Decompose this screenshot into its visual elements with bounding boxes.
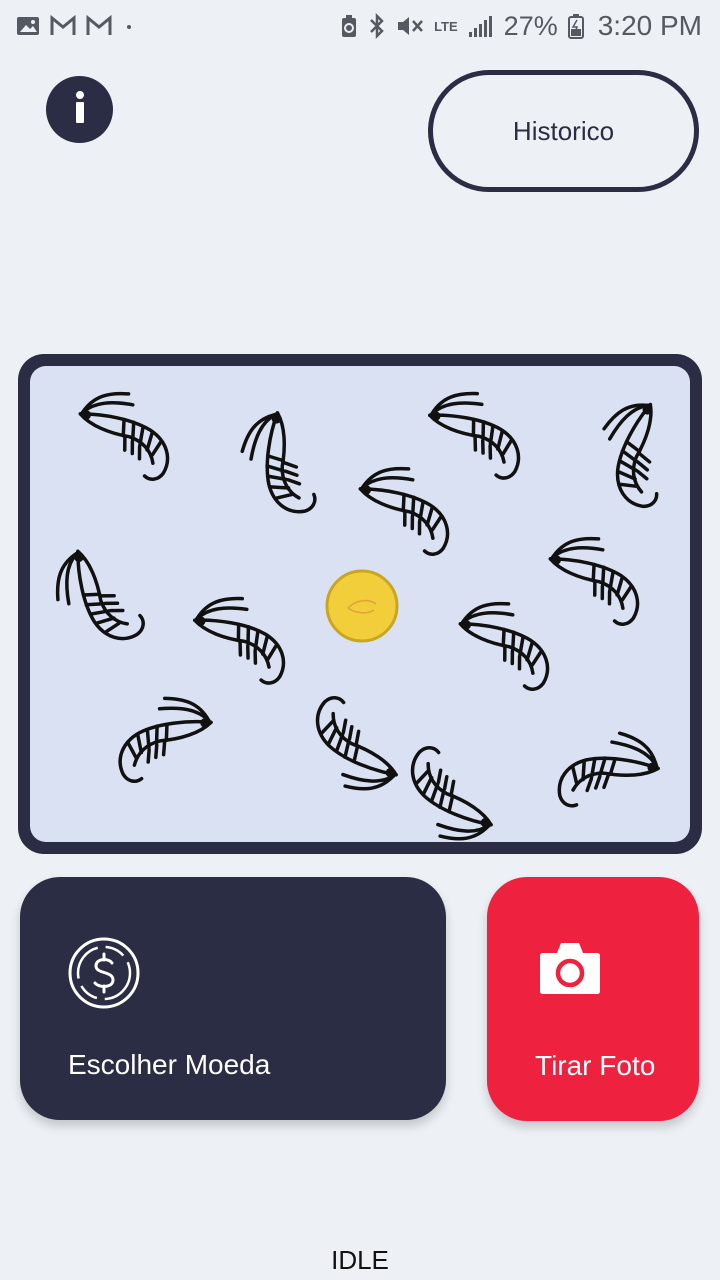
shrimp-10 [113, 692, 218, 785]
dot-icon [122, 15, 136, 37]
status-bar-left [16, 15, 136, 37]
signal-icon [468, 14, 494, 38]
preview-frame [18, 354, 702, 854]
history-button-label: Historico [512, 115, 615, 146]
lte-icon: LTE [434, 18, 458, 34]
shrimp-pattern-image [48, 384, 690, 842]
app-state-label: IDLE [331, 1245, 389, 1275]
mute-icon [396, 14, 424, 38]
gmail-icon [50, 15, 76, 37]
image-icon [16, 15, 40, 37]
shrimp-12 [391, 742, 511, 842]
shrimp-3 [420, 385, 529, 482]
battery-percent: 27% [503, 10, 558, 41]
take-photo-button[interactable]: Tirar Foto [487, 877, 699, 1121]
shrimp-4 [577, 388, 690, 514]
info-button[interactable] [46, 76, 113, 143]
battery-saver-icon [340, 14, 358, 38]
clock: 3:20 PM [597, 10, 702, 41]
shrimp-2 [231, 406, 331, 517]
shrimp-11 [296, 692, 416, 803]
info-icon [73, 90, 87, 129]
history-button[interactable]: Historico [428, 70, 699, 192]
camera-icon [539, 939, 601, 1000]
camera-preview [30, 366, 690, 842]
status-bar-right: LTE 27% 3:20 PM [340, 10, 702, 42]
shrimp-5 [349, 459, 460, 559]
take-photo-label: Tirar Foto [535, 1050, 656, 1081]
shrimp-9 [449, 594, 560, 694]
gmail-icon [86, 15, 112, 37]
bluetooth-icon [368, 13, 386, 39]
shrimp-6 [48, 540, 148, 651]
shrimp-7 [539, 529, 650, 629]
shrimp-1 [69, 384, 180, 484]
status-bar: LTE 27% 3:20 PM [0, 0, 720, 52]
choose-coin-button[interactable]: Escolher Moeda [20, 877, 446, 1120]
shrimp-13 [554, 722, 665, 822]
battery-icon [567, 13, 584, 39]
shrimp-8 [185, 590, 294, 687]
gold-coin [325, 569, 399, 643]
network-type-label: LTE [434, 18, 458, 34]
choose-coin-label: Escolher Moeda [68, 1049, 271, 1080]
dollar-coin-icon [67, 936, 141, 1015]
